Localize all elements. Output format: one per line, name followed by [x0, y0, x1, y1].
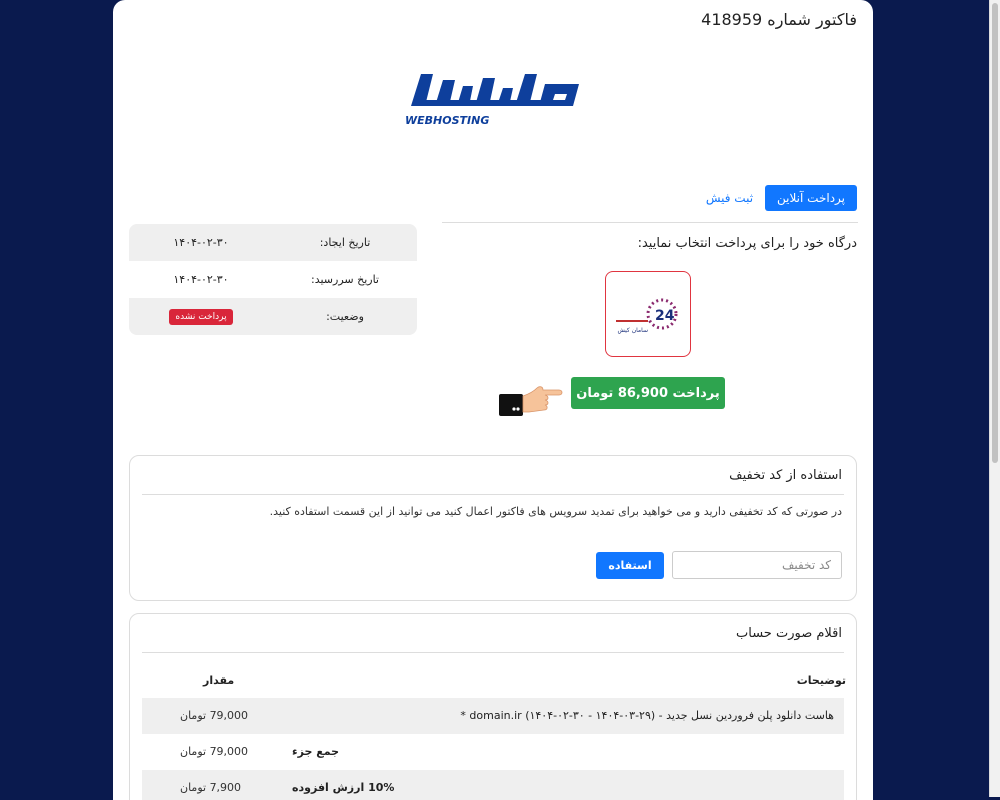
subtotal-value: 79,000 تومان	[180, 745, 249, 758]
pointing-hand-icon	[499, 382, 565, 418]
tax-label: 10% ارزش افزوده	[292, 781, 395, 794]
coupon-divider	[142, 494, 844, 495]
info-row-status: پرداخت نشده وضعیت:	[129, 298, 417, 335]
svg-text:WEBHOSTING: WEBHOSTING	[405, 114, 489, 127]
pay-button[interactable]: پرداخت 86,900 تومان	[571, 377, 725, 409]
coupon-section: استفاده از کد تخفیف در صورتی که کد تخفیف…	[129, 455, 857, 601]
coupon-title: استفاده از کد تخفیف	[729, 468, 842, 483]
payment-tabs: ثبت فیش پرداخت آنلاین	[704, 185, 857, 211]
item-description: هاست دانلود پلن فروردین نسل جدید - domai…	[460, 709, 834, 722]
coupon-description: در صورتی که کد تخفیفی دارید و می خواهید …	[269, 505, 842, 518]
coupon-input[interactable]	[672, 551, 842, 579]
due-date: ۱۴۰۴-۰۲-۳۰	[173, 273, 229, 286]
column-amount: مقدار	[203, 674, 235, 687]
due-label: تاریخ سررسید:	[311, 273, 379, 286]
status-label: وضعیت:	[326, 310, 364, 323]
column-description: توضیحات	[796, 674, 846, 687]
items-divider	[142, 652, 844, 653]
created-date: ۱۴۰۴-۰۲-۳۰	[173, 236, 229, 249]
info-row-created: ۱۴۰۴-۰۲-۳۰ تاریخ ایجاد:	[129, 224, 417, 261]
scrollbar-thumb[interactable]	[992, 3, 998, 463]
tab-receipt[interactable]: ثبت فیش	[704, 185, 755, 211]
brand-logo: WEBHOSTING	[403, 66, 583, 130]
subtotal-label: جمع جزء	[292, 745, 340, 758]
coupon-apply-button[interactable]: استفاده	[596, 552, 664, 579]
svg-text:سامان کیش: سامان کیش	[617, 327, 648, 334]
invoice-info-table: ۱۴۰۴-۰۲-۳۰ تاریخ ایجاد: ۱۴۰۴-۰۲-۳۰ تاریخ…	[129, 224, 417, 335]
subtotal-row: جمع جزء 79,000 تومان	[142, 734, 844, 770]
invoice-card: فاکتور شماره 418959 WEBHOSTING ثبت فیش پ…	[113, 0, 873, 800]
tax-row: 10% ارزش افزوده 7,900 تومان	[142, 770, 844, 800]
tabs-divider	[442, 222, 858, 223]
gateway-saman[interactable]: 24 سامان کیش	[605, 271, 691, 357]
created-label: تاریخ ایجاد:	[319, 236, 371, 249]
invoice-title: فاکتور شماره 418959	[701, 10, 857, 29]
invoice-items-section: اقلام صورت حساب توضیحات مقدار هاست دانلو…	[129, 613, 857, 800]
svg-text:24: 24	[655, 308, 675, 324]
tab-online-pay[interactable]: پرداخت آنلاین	[765, 185, 857, 211]
table-row: هاست دانلود پلن فروردین نسل جدید - domai…	[142, 698, 844, 734]
tax-value: 7,900 تومان	[180, 781, 242, 794]
status-badge: پرداخت نشده	[169, 308, 233, 325]
item-amount: 79,000 تومان	[180, 709, 249, 722]
page-scrollbar[interactable]	[989, 0, 1000, 797]
items-title: اقلام صورت حساب	[736, 626, 842, 641]
saman-logo-icon: 24 سامان کیش	[616, 298, 678, 334]
gateway-title: درگاه خود را برای پرداخت انتخاب نمایید:	[637, 236, 857, 251]
info-row-due: ۱۴۰۴-۰۲-۳۰ تاریخ سررسید:	[129, 261, 417, 298]
